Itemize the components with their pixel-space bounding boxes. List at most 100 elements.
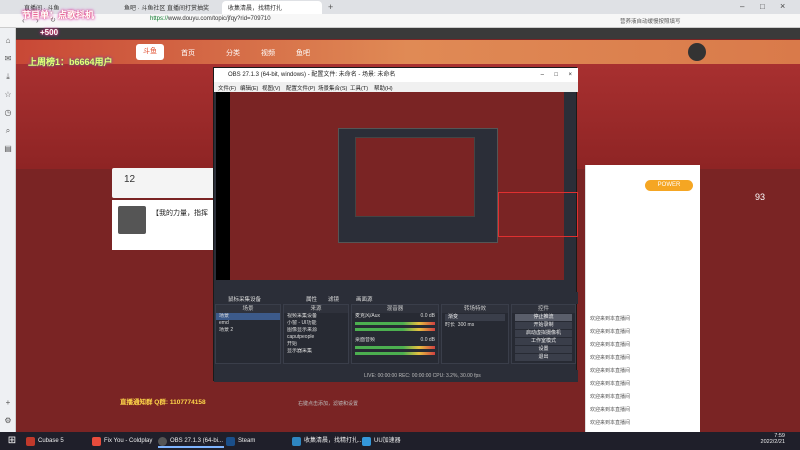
chat-panel: 欢迎来到本直播间 欢迎来到本直播间 欢迎来到本直播间 欢迎来到本直播间 欢迎来到…: [585, 165, 700, 432]
browser-tab[interactable]: 鱼吧 · 斗鱼社区 直播间打赏抽奖: [118, 1, 218, 14]
nav-category[interactable]: 分类: [226, 48, 240, 58]
source-item[interactable]: caputpeople: [284, 334, 348, 341]
search-icon[interactable]: ⌕: [3, 126, 13, 136]
mixer-db: 0.0 dB: [420, 313, 435, 319]
extension-status: 营养液自动缓慢按照填写: [620, 19, 681, 25]
source-item[interactable]: 显示器采集: [284, 348, 348, 355]
follow-button[interactable]: POWER: [645, 180, 693, 191]
message-icon[interactable]: ✉: [3, 54, 13, 64]
menu-view[interactable]: 视图(V): [262, 84, 280, 92]
nav-video[interactable]: 视频: [261, 48, 275, 58]
source-extra-button[interactable]: 画面源: [356, 295, 373, 303]
menu-help[interactable]: 帮助(H): [374, 84, 393, 92]
preview-capture: [230, 92, 578, 280]
anchor-avatar[interactable]: [118, 206, 146, 234]
chat-message: 欢迎来到本直播间: [590, 315, 630, 322]
home-icon[interactable]: ⌂: [3, 36, 13, 46]
url-field[interactable]: https://www.douyu.com/topic/jfqy?rid=709…: [150, 16, 570, 26]
room-banner-text: 直播通知群 Q群: 1107774158: [120, 399, 206, 406]
site-logo[interactable]: 斗鱼: [136, 44, 164, 60]
chat-text: 欢迎来到本直播间: [590, 407, 631, 413]
scene-item[interactable]: emd: [216, 320, 280, 327]
menu-tools[interactable]: 工具(T): [350, 84, 368, 92]
taskbar-app[interactable]: Fix You - Coldplay: [92, 434, 156, 448]
preview-nested-capture: [355, 137, 475, 217]
obs-close-icon[interactable]: ×: [568, 68, 572, 82]
chat-message: 欢迎来到本直播间: [590, 393, 630, 400]
exit-button[interactable]: 退出: [515, 354, 572, 361]
chat-message: 欢迎来到本直播间: [590, 328, 630, 335]
gift-count: 93: [755, 192, 765, 202]
mixer-channel: 桌面音频 0.0 dB: [352, 337, 438, 344]
star-icon[interactable]: ☆: [3, 90, 13, 100]
browser-tab-active[interactable]: 收集清晨，找精打扎: [222, 1, 322, 14]
room-stats-panel: 12: [112, 168, 222, 198]
scene-item[interactable]: 场景: [216, 313, 280, 320]
obs-maximize-icon[interactable]: □: [554, 68, 558, 82]
taskbar-app-active[interactable]: OBS 27.1.3 (64-bi...: [158, 434, 224, 448]
taskbar-app[interactable]: 收集清晨，找精打扎...: [292, 434, 363, 448]
chat-text: 欢迎来到本直播间: [590, 329, 631, 335]
taskbar-app[interactable]: Steam: [226, 434, 290, 448]
new-tab-button[interactable]: +: [328, 2, 333, 12]
volume-slider[interactable]: [355, 328, 435, 331]
chat-message: 欢迎来到本直播间: [590, 406, 630, 413]
properties-button[interactable]: 属性: [306, 295, 317, 303]
source-item[interactable]: 视频采集设备: [284, 313, 348, 320]
chat-text: 欢迎来到本直播间: [590, 316, 631, 322]
volume-slider[interactable]: [355, 352, 435, 355]
menu-edit[interactable]: 编辑(E): [240, 84, 258, 92]
menu-scene-collection[interactable]: 场景集合(S): [318, 84, 347, 92]
obs-title-text: OBS 27.1.3 (64-bit, windows) - 配置文件: 未命名…: [228, 72, 396, 78]
close-icon[interactable]: ×: [780, 1, 785, 11]
download-icon[interactable]: ⤓: [3, 72, 13, 82]
stop-streaming-button[interactable]: 停止推流: [515, 314, 572, 321]
obs-minimize-icon[interactable]: –: [541, 68, 544, 82]
filters-button[interactable]: 滤镜: [328, 295, 339, 303]
menu-file[interactable]: 文件(F): [218, 84, 236, 92]
start-recording-button[interactable]: 开始录制: [515, 322, 572, 329]
obs-window: OBS 27.1.3 (64-bit, windows) - 配置文件: 未命名…: [213, 67, 578, 382]
overlay-rank-label: 上周榜1：: [28, 57, 70, 67]
settings-icon[interactable]: ⚙: [3, 416, 13, 426]
virtual-camera-button[interactable]: 启动虚拟摄像机: [515, 330, 572, 337]
mixer-header: 混音器: [352, 305, 438, 313]
note-icon[interactable]: ▤: [3, 144, 13, 154]
transition-select[interactable]: 渐变: [445, 314, 505, 321]
browser-sidebar: ⌂ ✉ ⤓ ☆ ◷ ⌕ ▤ + ⚙: [0, 28, 16, 432]
taskbar-app[interactable]: UU加速器: [362, 434, 418, 448]
start-menu-icon[interactable]: ⊞: [6, 435, 18, 447]
scene-item[interactable]: 场景 2: [216, 327, 280, 334]
nav-home[interactable]: 首页: [181, 48, 195, 58]
chat-text: 欢迎来到本直播间: [590, 368, 631, 374]
maximize-icon[interactable]: □: [760, 2, 765, 11]
taskbar-app[interactable]: Cubase 5: [26, 434, 88, 448]
source-item[interactable]: 图像显示来源: [284, 327, 348, 334]
volume-meter[interactable]: [355, 322, 435, 325]
taskbar-app-label: Steam: [238, 438, 256, 444]
minimize-icon[interactable]: –: [740, 2, 744, 11]
overlay-program-value: 点歌抖机: [58, 10, 95, 20]
avatar[interactable]: [688, 43, 706, 61]
obs-preview[interactable]: [216, 92, 578, 280]
source-item[interactable]: 小窗 - UI功能: [284, 320, 348, 327]
chat-message: 欢迎来到本直播间: [590, 354, 630, 361]
nav-fishbar[interactable]: 鱼吧: [296, 48, 310, 58]
history-icon[interactable]: ◷: [3, 108, 13, 118]
tab-label: 收集清晨，找精打扎: [228, 6, 283, 12]
menu-profile[interactable]: 配置文件(P): [286, 84, 315, 92]
controls-panel: 控件 停止推流 开始录制 启动虚拟摄像机 工作室模式 设置 退出: [511, 304, 576, 364]
mixer-label: 麦克风/Aux: [355, 313, 381, 319]
system-clock[interactable]: 7:59 2022/2/21: [745, 433, 785, 445]
taskbar: ⊞ Cubase 5 Fix You - Coldplay OBS 27.1.3…: [0, 432, 800, 450]
volume-meter[interactable]: [355, 346, 435, 349]
add-icon[interactable]: +: [3, 398, 13, 408]
source-selection-box[interactable]: [498, 192, 578, 237]
duration-field[interactable]: 300 ms: [458, 322, 474, 328]
room-info-panel: 【我的力量，指挥: [112, 200, 218, 250]
source-item[interactable]: 开始: [284, 341, 348, 348]
studio-mode-button[interactable]: 工作室模式: [515, 338, 572, 345]
chat-text: 欢迎来到本直播间: [590, 394, 631, 400]
duration-row: 时长 300 ms: [442, 322, 508, 329]
settings-button[interactable]: 设置: [515, 346, 572, 353]
